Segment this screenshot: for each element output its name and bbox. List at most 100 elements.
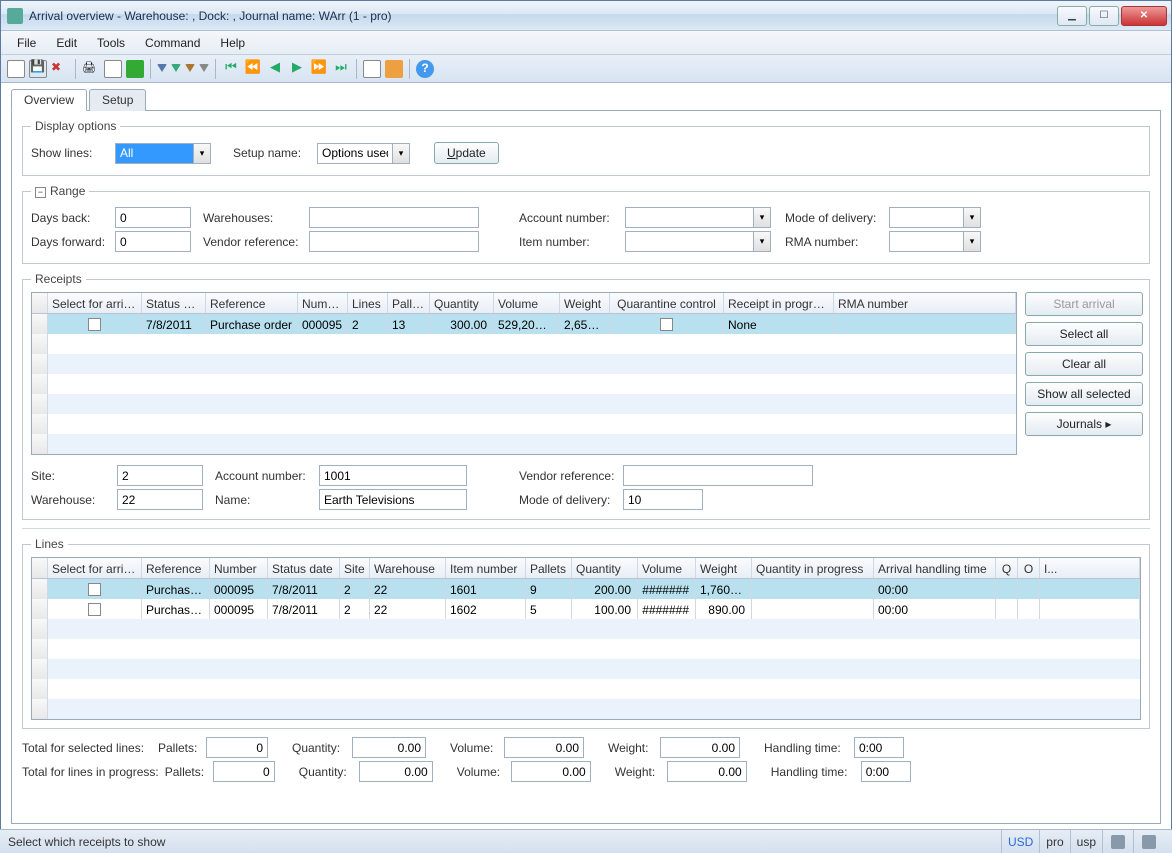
status-icon[interactable] bbox=[1142, 835, 1156, 849]
nav-nextpage-icon[interactable]: ⏩ bbox=[310, 60, 328, 78]
filter3-icon[interactable] bbox=[185, 64, 195, 77]
nav-prev-icon[interactable]: ◀ bbox=[266, 60, 284, 78]
detail-account-input[interactable] bbox=[319, 465, 467, 486]
checkbox-icon[interactable] bbox=[88, 318, 101, 331]
title-bar[interactable]: Arrival overview - Warehouse: , Dock: , … bbox=[1, 1, 1171, 31]
save-icon[interactable] bbox=[29, 60, 47, 78]
sel-pallets[interactable] bbox=[206, 737, 268, 758]
col-weight[interactable]: Weight bbox=[560, 293, 610, 313]
mode-input[interactable] bbox=[889, 207, 963, 228]
col-number[interactable]: Number bbox=[210, 558, 268, 578]
chevron-down-icon[interactable]: ▾ bbox=[963, 231, 981, 252]
col-weight[interactable]: Weight bbox=[696, 558, 752, 578]
detail-mode-input[interactable] bbox=[623, 489, 703, 510]
col-qip[interactable]: Quantity in progress bbox=[752, 558, 874, 578]
col-qty[interactable]: Quantity bbox=[430, 293, 494, 313]
delete-icon[interactable] bbox=[51, 60, 69, 78]
menu-file[interactable]: File bbox=[9, 34, 44, 52]
col-status[interactable]: Status date bbox=[142, 293, 206, 313]
receipt-row[interactable]: 7/8/2011 Purchase order 000095 2 13 300.… bbox=[32, 314, 1016, 334]
update-button[interactable]: UUpdatepdate bbox=[434, 142, 499, 164]
col-progress[interactable]: Receipt in progress bbox=[724, 293, 834, 313]
doc-icon[interactable] bbox=[104, 60, 122, 78]
collapse-icon[interactable]: − bbox=[35, 187, 46, 198]
account-input[interactable] bbox=[625, 207, 753, 228]
nav-next-icon[interactable]: ▶ bbox=[288, 60, 306, 78]
start-arrival-button[interactable]: Start arrival bbox=[1025, 292, 1143, 316]
item-input[interactable] bbox=[625, 231, 753, 252]
sel-qty[interactable] bbox=[352, 737, 426, 758]
col-select[interactable]: Select for arrival bbox=[48, 558, 142, 578]
prog-ht[interactable] bbox=[861, 761, 911, 782]
detail-vendor-ref-input[interactable] bbox=[623, 465, 813, 486]
status-icon[interactable] bbox=[1111, 835, 1125, 849]
col-number[interactable]: Number bbox=[298, 293, 348, 313]
chevron-down-icon[interactable]: ▾ bbox=[392, 143, 410, 164]
rma-input[interactable] bbox=[889, 231, 963, 252]
filter-icon[interactable] bbox=[157, 64, 167, 77]
checkbox-icon[interactable] bbox=[88, 583, 101, 596]
prog-pallets[interactable] bbox=[213, 761, 275, 782]
days-back-input[interactable] bbox=[115, 207, 191, 228]
close-button[interactable] bbox=[1121, 6, 1167, 26]
chevron-down-icon[interactable]: ▾ bbox=[753, 207, 771, 228]
sel-ht[interactable] bbox=[854, 737, 904, 758]
prog-qty[interactable] bbox=[359, 761, 433, 782]
line-row[interactable]: Purchase ... 000095 7/8/2011 2 22 1601 9… bbox=[32, 579, 1140, 599]
col-q[interactable]: Q bbox=[996, 558, 1018, 578]
select-all-button[interactable]: Select all bbox=[1025, 322, 1143, 346]
prog-weight[interactable] bbox=[667, 761, 747, 782]
chevron-down-icon[interactable]: ▾ bbox=[193, 143, 211, 164]
col-qty[interactable]: Quantity bbox=[572, 558, 638, 578]
setup-name-select[interactable] bbox=[317, 143, 392, 164]
nav-first-icon[interactable]: ⏮ bbox=[222, 60, 240, 78]
checkbox-icon[interactable] bbox=[88, 603, 101, 616]
new-icon[interactable] bbox=[7, 60, 25, 78]
col-volume[interactable]: Volume bbox=[638, 558, 696, 578]
days-forward-input[interactable] bbox=[115, 231, 191, 252]
tab-setup[interactable]: Setup bbox=[89, 89, 146, 111]
show-all-selected-button[interactable]: Show all selected bbox=[1025, 382, 1143, 406]
chevron-down-icon[interactable]: ▾ bbox=[753, 231, 771, 252]
col-quarantine[interactable]: Quarantine control bbox=[610, 293, 724, 313]
nav-last-icon[interactable]: ⏭ bbox=[332, 60, 350, 78]
attach-icon[interactable] bbox=[385, 60, 403, 78]
col-o[interactable]: O bbox=[1018, 558, 1040, 578]
help-icon[interactable]: ? bbox=[416, 60, 434, 78]
col-volume[interactable]: Volume bbox=[494, 293, 560, 313]
excel-icon[interactable] bbox=[126, 60, 144, 78]
chevron-down-icon[interactable]: ▾ bbox=[963, 207, 981, 228]
maximize-button[interactable] bbox=[1089, 6, 1119, 26]
clear-all-button[interactable]: Clear all bbox=[1025, 352, 1143, 376]
col-ref[interactable]: Reference bbox=[142, 558, 210, 578]
minimize-button[interactable] bbox=[1057, 6, 1087, 26]
name-input[interactable] bbox=[319, 489, 467, 510]
menu-tools[interactable]: Tools bbox=[89, 34, 133, 52]
print-icon[interactable] bbox=[82, 60, 100, 78]
warehouse-input[interactable] bbox=[117, 489, 203, 510]
journals-button[interactable]: Journals ▸ bbox=[1025, 412, 1143, 436]
note-icon[interactable] bbox=[363, 60, 381, 78]
filter-clear-icon[interactable] bbox=[199, 64, 209, 77]
site-input[interactable] bbox=[117, 465, 203, 486]
col-warehouse[interactable]: Warehouse bbox=[370, 558, 446, 578]
col-rma[interactable]: RMA number bbox=[834, 293, 1016, 313]
col-select[interactable]: Select for arrival bbox=[48, 293, 142, 313]
show-lines-select[interactable] bbox=[115, 143, 193, 164]
col-item[interactable]: Item number bbox=[446, 558, 526, 578]
menu-edit[interactable]: Edit bbox=[48, 34, 85, 52]
filter2-icon[interactable] bbox=[171, 64, 181, 77]
prog-vol[interactable] bbox=[511, 761, 591, 782]
line-row[interactable]: Purchase ... 000095 7/8/2011 2 22 1602 5… bbox=[32, 599, 1140, 619]
nav-prevpage-icon[interactable]: ⏪ bbox=[244, 60, 262, 78]
status-currency[interactable]: USD bbox=[1001, 830, 1039, 853]
col-pallets[interactable]: Pallets bbox=[388, 293, 430, 313]
tab-overview[interactable]: Overview bbox=[11, 89, 87, 111]
sel-vol[interactable] bbox=[504, 737, 584, 758]
col-lines[interactable]: Lines bbox=[348, 293, 388, 313]
col-pallets[interactable]: Pallets bbox=[526, 558, 572, 578]
menu-help[interactable]: Help bbox=[212, 34, 253, 52]
checkbox-icon[interactable] bbox=[660, 318, 673, 331]
col-ref[interactable]: Reference bbox=[206, 293, 298, 313]
warehouses-input[interactable] bbox=[309, 207, 479, 228]
